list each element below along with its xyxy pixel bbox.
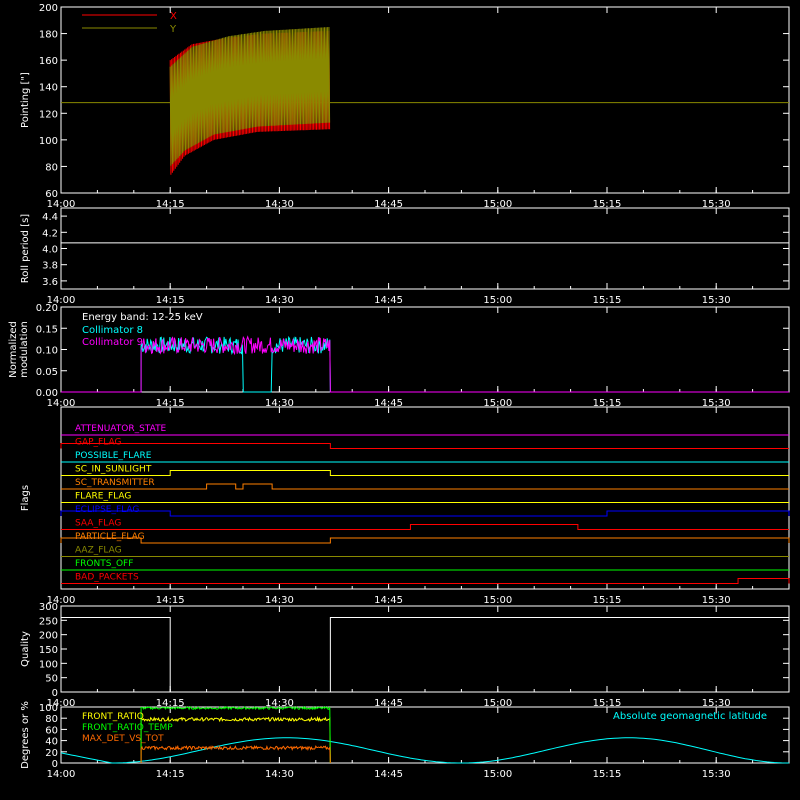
x-tick-label: 15:30 [702,769,731,780]
x-tick-label: 14:45 [374,769,403,780]
flag-line-bad_packets [61,578,790,584]
y-tick-label: 150 [39,645,58,656]
legend-label: Collimator 9 [82,337,143,348]
x-tick-label: 14:15 [156,769,185,780]
y-tick-label: 40 [45,737,58,748]
panel-4: 14:00 14:15 14:30 14:45 15:00 15:15 15:3005010… [20,602,790,709]
x-tick-label: 15:00 [483,769,512,780]
y-tick-label: 120 [39,109,58,120]
x-tick-label: 14:15 [156,295,185,306]
flag-line-sc_transmitter [61,483,789,490]
x-tick-label: 15:00 [483,595,512,606]
legend-label: Y [169,24,177,35]
flag-line-particle_flag [60,537,790,544]
plot-frame [60,406,790,590]
flag-label: SC_TRANSMITTER [75,478,155,488]
x-tick-label: 14:15 [156,595,185,606]
energy-band-annotation: Energy band: 12-25 keV [82,312,203,323]
flag-line-gap_flag [60,443,789,449]
y-tick-label: 4.2 [42,228,58,239]
y-tick-label: 100 [39,703,58,714]
y-tick-label: 200 [39,3,58,14]
panel-5: 14:00 14:15 14:30 14:45 15:00 15:15 15:30 02040… [20,701,790,780]
y-tick-label: 140 [39,83,58,94]
x-tick-label: 14:45 [374,295,403,306]
y-axis-label: Degrees or % [20,701,31,769]
panel-2: 14:00 14:15 14:30 14:45 15:00 15:15 15:300.000… [8,303,790,409]
flag-label: FRONTS_OFF [75,559,133,569]
y-tick-label: 0 [52,759,58,770]
flag-label: POSSIBLE_FLARE [75,451,152,461]
y-tick-label: 250 [39,616,58,627]
flag-label: ATTENUATOR_STATE [75,424,167,434]
series-y [169,26,331,166]
y-tick-label: 100 [39,659,58,670]
legend-label: FRONT_RATIO [82,712,144,722]
flag-line-saa_flag [61,524,789,530]
x-tick-label: 15:30 [702,595,731,606]
y-tick-label: 50 [45,674,58,685]
x-tick-label: 15:30 [702,295,731,306]
y-tick-label: 20 [45,748,58,759]
flag-label: ECLIPSE_FLAG [75,505,139,515]
x-tick-label: 15:00 [483,295,512,306]
x-tick-label: 14:30 [265,769,294,780]
y-axis-label: Quality [20,631,31,667]
flag-label: SAA_FLAG [75,519,121,529]
flag-label: SC_IN_SUNLIGHT [75,465,152,475]
y-axis-label: Pointing ["] [20,72,31,128]
series-collimator-9 [61,335,789,393]
y-tick-label: 0.10 [36,346,58,357]
flag-label: BAD_PACKETS [75,573,139,583]
y-tick-label: 4.0 [42,245,58,256]
y-tick-label: 3.8 [42,261,58,272]
y-tick-label: 180 [39,30,58,41]
flag-label: GAP_FLAG [75,438,121,448]
x-tick-label: 15:15 [593,295,622,306]
series-max_det_vs_tot [140,744,331,764]
y-axis-label: Roll period [s] [20,214,31,283]
y-tick-label: 60 [45,725,58,736]
legend-label: MAX_DET_VS_TOT [82,734,164,744]
y-axis-label-line1: Normalized [8,321,19,378]
y-tick-label: 0.20 [36,303,58,314]
y-tick-label: 80 [45,714,58,725]
plot-frame [60,207,790,290]
y-tick-label: 0.15 [36,324,58,335]
y-tick-label: 80 [45,162,58,173]
y-axis-label: Flags [20,485,31,511]
legend-label: FRONT_RATIO_TEMP [82,723,173,733]
y-tick-label: 0 [52,688,58,699]
y-axis-label-line2: modulation [19,321,30,378]
x-tick-label: 14:00 [47,769,76,780]
legend-label: Collimator 8 [82,325,143,336]
y-tick-label: 300 [39,602,58,613]
y-tick-label: 0.00 [36,388,58,399]
y-tick-label: 100 [39,136,58,147]
rhessi-observing-summary-chart: 14:00 14:15 14:30 14:45 15:00 15:15 15:3060801… [8,3,790,780]
flag-line-eclipse_flag [60,510,790,517]
latitude-label: Absolute geomagnetic latitude [613,711,767,722]
x-tick-label: 15:15 [593,595,622,606]
x-tick-label: 15:15 [593,769,622,780]
y-tick-label: 60 [45,189,58,200]
y-tick-label: 0.05 [36,367,58,378]
y-tick-label: 4.4 [42,212,58,223]
legend-label: X [170,11,177,22]
flag-label: PARTICLE_FLAG [75,532,145,542]
series-front_ratio_temp [140,705,331,764]
panel-3: 14:00 14:15 14:30 14:45 15:00 15:15 15:30Flags… [20,406,790,606]
flag-label: AAZ_FLAG [75,546,122,556]
panel-1: 14:00 14:15 14:30 14:45 15:00 15:15 15:303.63.… [20,207,790,306]
quality-line [61,616,789,693]
y-tick-label: 200 [39,631,58,642]
x-tick-label: 14:45 [374,595,403,606]
y-tick-label: 3.6 [42,277,58,288]
y-tick-label: 160 [39,56,58,67]
x-tick-label: 14:30 [265,295,294,306]
panel-0: 14:00 14:15 14:30 14:45 15:00 15:15 15:3060801… [20,3,790,210]
flag-line-sc_in_sunlight [61,470,789,476]
x-tick-label: 14:30 [265,595,294,606]
flag-label: FLARE_FLAG [75,492,131,502]
